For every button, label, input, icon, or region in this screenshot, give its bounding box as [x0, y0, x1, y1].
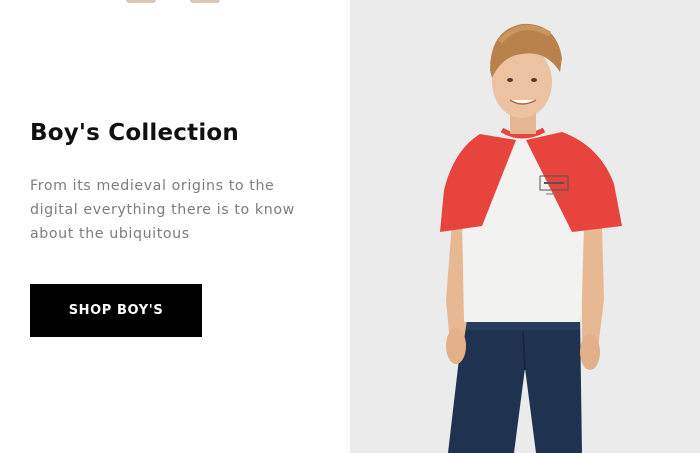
collection-description: From its medieval origins to the digital…	[30, 178, 295, 242]
shop-boys-button[interactable]: SHOP BOY'S	[30, 284, 202, 337]
boy-model-illustration	[350, 0, 700, 453]
hero-image	[350, 0, 700, 453]
jeans	[448, 316, 582, 453]
cropped-image-edge	[120, 0, 230, 4]
collection-heading: Boy's Collection	[30, 120, 239, 146]
collection-banner-text: Boy's Collection From its medieval origi…	[0, 0, 350, 453]
